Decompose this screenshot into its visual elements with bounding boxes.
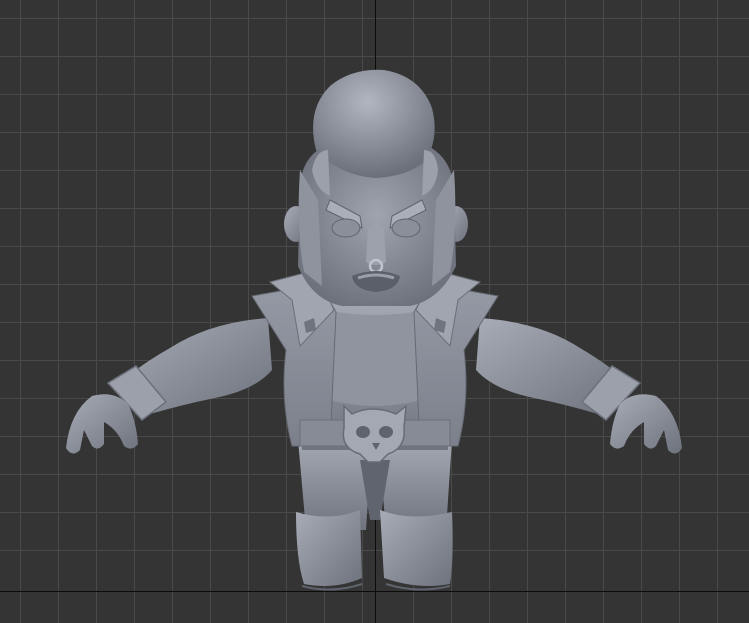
arm-right — [476, 318, 682, 454]
3d-viewport[interactable] — [0, 0, 749, 623]
character-model[interactable] — [66, 69, 682, 591]
eye-right — [391, 218, 421, 238]
pompadour-hair — [313, 69, 435, 178]
shirt-chest — [325, 310, 425, 406]
viewport-canvas[interactable] — [0, 0, 749, 623]
boots — [296, 510, 453, 591]
eye-left — [331, 218, 361, 238]
